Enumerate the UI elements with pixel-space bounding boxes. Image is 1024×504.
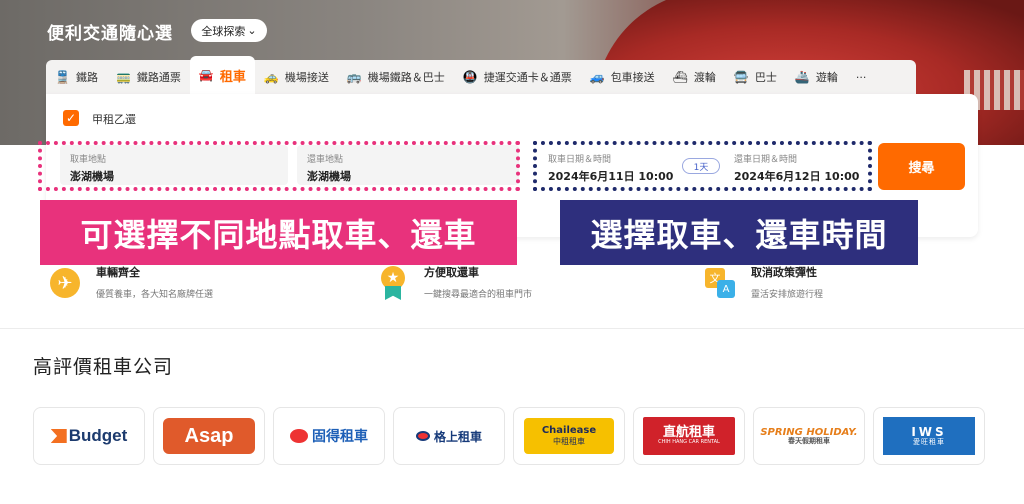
section-title: 高評價租車公司 <box>33 356 174 378</box>
datetime-highlight-box <box>533 141 872 191</box>
car-plus-logo: 格上租車 <box>415 428 482 445</box>
cruise-icon: 🚢 <box>794 70 810 84</box>
chailease-logo: Chailease 中租租車 <box>524 418 614 454</box>
global-explore-label: 全球探索 <box>201 24 246 38</box>
tab-airport-rail-bus[interactable]: 🚌 機場鐵路＆巴士 <box>338 60 454 94</box>
tab-metro-card[interactable]: 🚇 捷運交通卡＆通票 <box>454 60 581 94</box>
brand-card-budget[interactable]: Budget <box>33 407 145 465</box>
brand-card-iws[interactable]: IWS 愛旺租車 <box>873 407 985 465</box>
tab-label: 鐵路通票 <box>136 71 181 84</box>
brand-card-goodone[interactable]: 固得租車 <box>273 407 385 465</box>
brand-list: Budget Asap 固得租車 格上租車 Chailease 中租租車 直航租車… <box>33 407 985 465</box>
feature-desc: 優質養車，各大知名廠牌任選 <box>96 290 214 300</box>
spring-holiday-logo: SPRING HOLIDAY. 春天假期租車 <box>760 426 858 445</box>
feature-title: 方便取還車 <box>424 266 479 279</box>
tab-label: 渡輪 <box>693 71 716 84</box>
bus-icon: 🚍 <box>733 70 749 84</box>
airport-transfer-icon: 🚕 <box>263 70 279 84</box>
tab-label: 遊輪 <box>815 71 838 84</box>
section-divider <box>0 328 1024 329</box>
tab-car-rental[interactable]: 🚘 租車 <box>189 56 255 94</box>
ferry-icon: ⛴ <box>672 70 688 84</box>
medal-icon: ★ <box>376 266 410 300</box>
more-icon: ··· <box>855 70 867 84</box>
brand-card-asap[interactable]: Asap <box>153 407 265 465</box>
brand-card-spring[interactable]: SPRING HOLIDAY. 春天假期租車 <box>753 407 865 465</box>
chevron-down-icon: ⌄ <box>247 24 257 37</box>
chihang-logo: 直航租車 CHIH HANG CAR RENTAL <box>643 417 735 455</box>
tab-label: 鐵路 <box>75 71 98 84</box>
tab-charter-car[interactable]: 🚙 包車接送 <box>581 60 664 94</box>
tab-label: 巴士 <box>754 71 777 84</box>
budget-logo: Budget <box>50 426 127 446</box>
rail-pass-icon: 🚃 <box>115 70 131 84</box>
train-icon: 🚆 <box>55 70 70 84</box>
search-button[interactable]: 搜尋 <box>878 143 965 190</box>
feature-easy-pickup: ★ 方便取還車 一鍵搜尋最適合的租車門市 <box>376 264 532 300</box>
iws-logo: IWS 愛旺租車 <box>883 417 975 455</box>
tab-label: 捷運交通卡＆通票 <box>483 71 572 84</box>
location-annotation: 可選擇不同地點取車、還車 <box>40 200 517 265</box>
tab-rail[interactable]: 🚆 鐵路 <box>46 60 107 94</box>
tab-bus[interactable]: 🚍 巴士 <box>725 60 786 94</box>
tab-cruise[interactable]: 🚢 遊輪 <box>786 60 847 94</box>
hero-title: 便利交通隨心選 <box>47 24 173 44</box>
feature-desc: 靈活安排旅遊行程 <box>751 290 824 300</box>
brand-card-car-plus[interactable]: 格上租車 <box>393 407 505 465</box>
feature-title: 取消政策彈性 <box>751 266 817 279</box>
tab-airport-transfer[interactable]: 🚕 機場接送 <box>255 60 338 94</box>
tab-more[interactable]: ··· <box>847 60 876 94</box>
metro-card-icon: 🚇 <box>462 70 478 84</box>
time-annotation: 選擇取車、還車時間 <box>560 200 918 265</box>
feature-flexible-cancel: 文A 取消政策彈性 靈活安排旅遊行程 <box>703 264 823 300</box>
tab-rail-pass[interactable]: 🚃 鐵路通票 <box>107 60 190 94</box>
goodone-logo: 固得租車 <box>290 426 368 446</box>
brand-card-chihang[interactable]: 直航租車 CHIH HANG CAR RENTAL <box>633 407 745 465</box>
different-return-label: 甲租乙還 <box>92 113 136 126</box>
transport-tabs: 🚆 鐵路 🚃 鐵路通票 🚘 租車 🚕 機場接送 🚌 機場鐵路＆巴士 🚇 捷運交通卡＆通票 🚙… <box>46 56 916 94</box>
tab-label: 租車 <box>219 69 246 85</box>
feature-title: 車輛齊全 <box>96 266 140 279</box>
plane-icon: ✈ <box>48 266 82 300</box>
different-return-checkbox[interactable]: ✓ <box>63 110 79 126</box>
tab-ferry[interactable]: ⛴ 渡輪 <box>664 60 725 94</box>
tab-label: 機場鐵路＆巴士 <box>367 71 445 84</box>
feature-desc: 一鍵搜尋最適合的租車門市 <box>424 290 533 300</box>
location-highlight-box <box>38 141 520 191</box>
charter-car-icon: 🚙 <box>589 70 605 84</box>
tab-label: 機場接送 <box>284 71 329 84</box>
feature-vehicle-range: ✈ 車輛齊全 優質養車，各大知名廠牌任選 <box>48 264 213 300</box>
tab-label: 包車接送 <box>610 71 655 84</box>
translate-icon: 文A <box>703 266 737 300</box>
car-rental-icon: 🚘 <box>198 68 214 82</box>
global-explore-button[interactable]: 全球探索 ⌄ <box>191 19 267 42</box>
airport-rail-bus-icon: 🚌 <box>346 70 362 84</box>
asap-logo: Asap <box>163 418 255 454</box>
brand-card-chailease[interactable]: Chailease 中租租車 <box>513 407 625 465</box>
